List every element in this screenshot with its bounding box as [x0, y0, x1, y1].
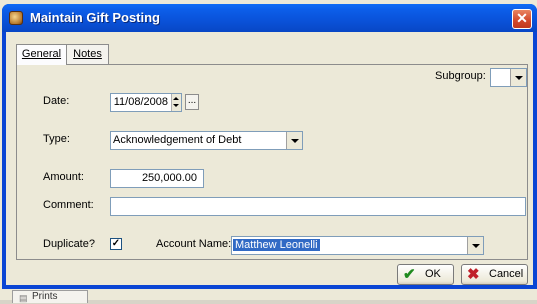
ellipsis-icon: ...: [187, 95, 197, 106]
type-value: Acknowledgement of Debt: [113, 134, 242, 146]
account-name-select[interactable]: Matthew Leonelli: [231, 236, 484, 255]
account-name-value: Matthew Leonelli: [233, 239, 320, 251]
close-button[interactable]: ✕: [512, 9, 532, 29]
duplicate-label: Duplicate?: [43, 238, 95, 250]
window-title: Maintain Gift Posting: [30, 10, 160, 25]
general-panel: Subgroup: Date: 11/08/2008 ... Type: Ack…: [16, 64, 528, 260]
checkmark-icon: ✓: [111, 238, 121, 249]
title-bar[interactable]: Maintain Gift Posting ✕: [2, 4, 537, 32]
subgroup-label: Subgroup:: [435, 70, 486, 82]
date-picker-button[interactable]: ...: [185, 94, 199, 110]
comment-label: Comment:: [43, 199, 94, 211]
chevron-down-icon[interactable]: [467, 237, 483, 254]
subgroup-select[interactable]: [490, 68, 527, 87]
dialog-window: Maintain Gift Posting ✕ General Notes Su…: [2, 4, 537, 289]
background-tab-label: Prints: [32, 291, 58, 302]
check-icon: ✔: [403, 266, 416, 283]
date-field[interactable]: 11/08/2008: [110, 93, 182, 112]
duplicate-checkbox[interactable]: ✓: [110, 238, 122, 250]
background-tab[interactable]: ▤ Prints: [12, 290, 88, 303]
x-icon: ✖: [467, 266, 480, 283]
comment-field[interactable]: [110, 197, 526, 216]
type-label: Type:: [43, 133, 70, 145]
cancel-button[interactable]: ✖ Cancel: [461, 264, 528, 285]
amount-label: Amount:: [43, 171, 84, 183]
chevron-down-icon[interactable]: [510, 69, 526, 86]
tab-notes-label: Notes: [73, 48, 102, 60]
amount-value: 250,000.00: [141, 172, 197, 184]
date-label: Date:: [43, 95, 70, 107]
tab-general-label: General: [21, 48, 62, 60]
date-spinner[interactable]: [171, 94, 181, 111]
spin-up-icon[interactable]: [173, 97, 179, 100]
ok-button[interactable]: ✔ OK: [397, 264, 454, 285]
cancel-button-label: Cancel: [489, 268, 524, 280]
date-value: 11/08/2008: [113, 96, 168, 108]
close-icon: ✕: [516, 10, 528, 26]
account-name-label: Account Name:: [156, 238, 232, 250]
tab-notes[interactable]: Notes: [66, 44, 109, 64]
tab-general[interactable]: General: [16, 44, 67, 65]
app-icon: [9, 11, 23, 25]
chevron-down-icon[interactable]: [286, 132, 302, 149]
dialog-client-area: General Notes Subgroup: Date: 11/08/2008…: [6, 32, 533, 285]
type-select[interactable]: Acknowledgement of Debt: [110, 131, 303, 150]
ok-button-label: OK: [425, 268, 441, 280]
amount-field[interactable]: 250,000.00: [110, 169, 204, 188]
spin-down-icon[interactable]: [173, 104, 179, 107]
